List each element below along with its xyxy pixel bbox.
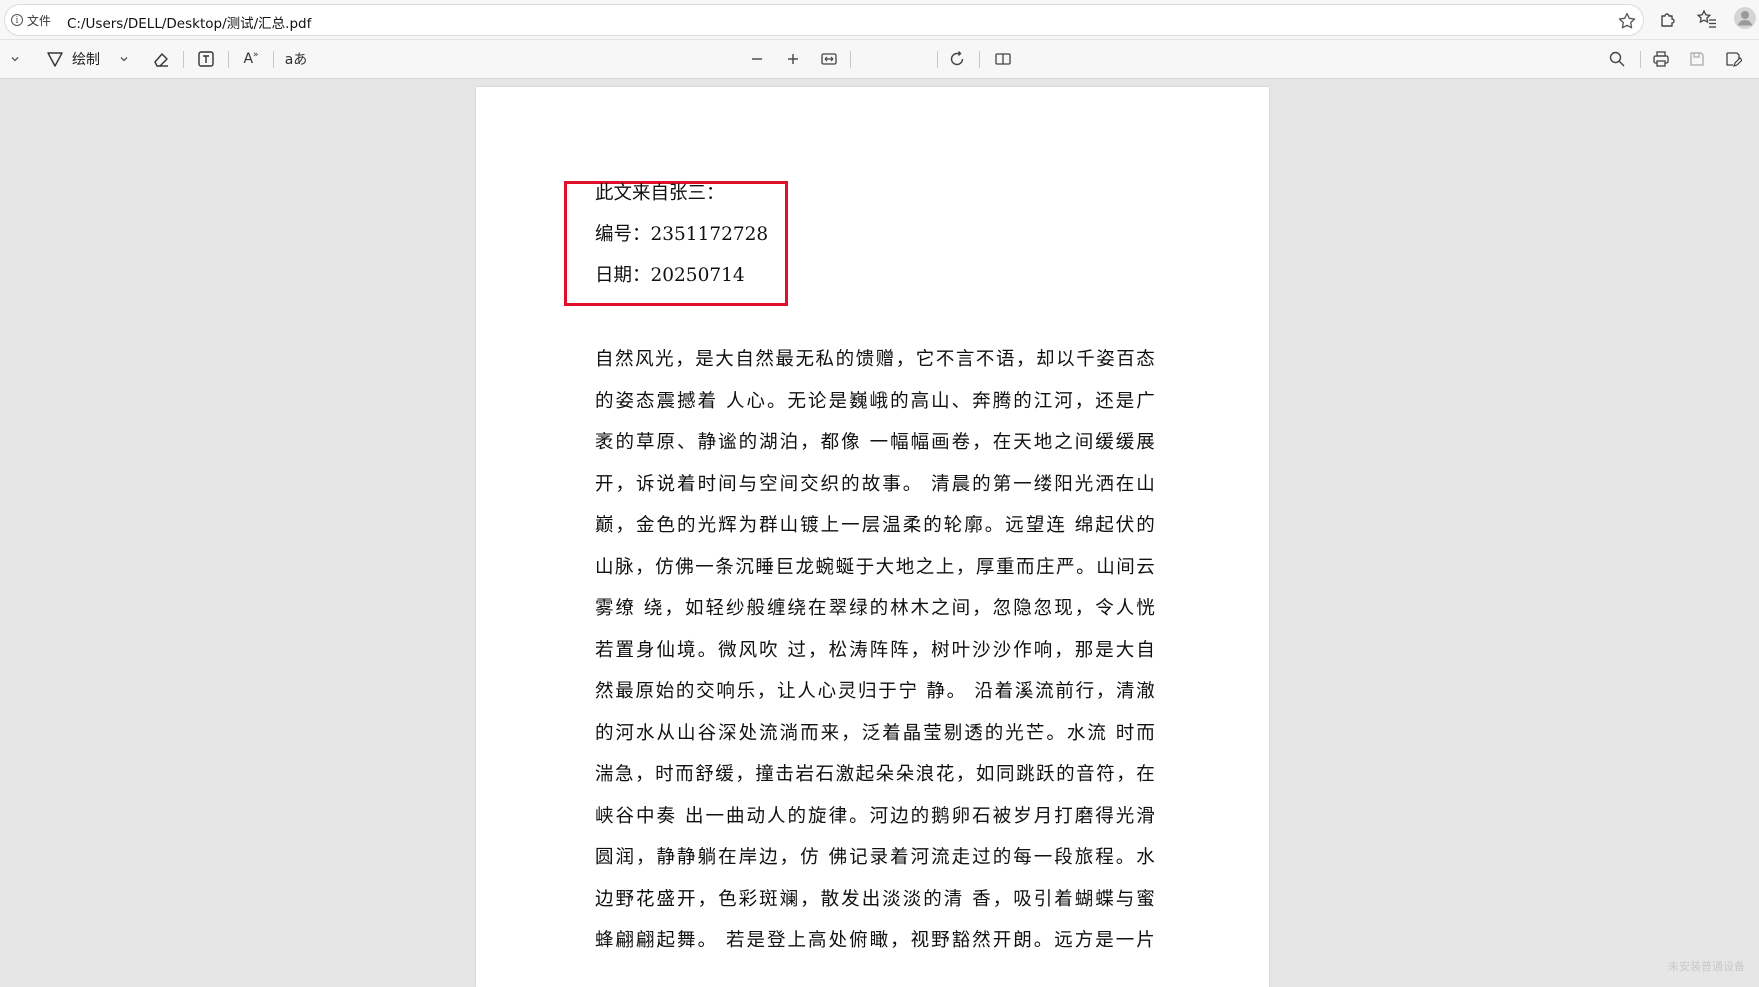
body-text-line: 巅，金色的光辉为群山镀上一层温柔的轮廓。远望连 绵起伏的 — [595, 515, 1155, 536]
body-text-line: 袤的草原、静谧的湖泊，都像 一幅幅画卷，在天地之间缓缓展 — [595, 432, 1155, 453]
site-chip-label: 文件 — [27, 13, 52, 28]
info-icon: i — [11, 14, 23, 26]
draw-label: 绘制 — [72, 52, 100, 68]
vertical-scrollbar[interactable] — [1750, 79, 1759, 975]
watermark-text: 未安装普通设备 — [1668, 960, 1745, 973]
translate-glyph: aあ — [284, 52, 308, 68]
search-icon[interactable] — [1606, 48, 1628, 70]
save-as-icon[interactable] — [1722, 48, 1744, 70]
pdf-toolbar: 绘制 A» aあ 1 / 2 — [0, 40, 1759, 113]
plus-icon[interactable] — [782, 48, 804, 70]
site-info-chip[interactable]: i 文件 — [11, 11, 51, 29]
favorites-icon[interactable] — [1696, 8, 1718, 30]
body-text-line: 山脉，仿佛一条沉睡巨龙蜿蜒于大地之上，厚重而庄严。山间云 — [595, 557, 1155, 578]
body-text-line: 然最原始的交响乐，让人心灵归于宁 静。 沿着溪流前行，清澈 — [595, 681, 1155, 702]
toolbar-divider — [183, 51, 184, 68]
address-bar: i 文件 C:/Users/DELL/Desktop/测试/汇总.pdf — [0, 0, 1759, 40]
header-id-line: 编号：2351172728 — [595, 224, 769, 245]
omnibox[interactable]: i 文件 C:/Users/DELL/Desktop/测试/汇总.pdf — [4, 4, 1644, 36]
toolbar-divider — [850, 51, 851, 68]
body-text-line: 雾缭 绕，如轻纱般缠绕在翠绿的林木之间，忽隐忽现，令人恍 — [595, 598, 1155, 619]
toolbar-divider — [273, 51, 274, 68]
body-text-line: 蜂翩翩起舞。 若是登上高处俯瞰，视野豁然开朗。远方是一片 — [595, 930, 1155, 951]
eraser-icon[interactable] — [150, 48, 172, 70]
chevron-down-icon[interactable] — [8, 48, 22, 70]
body-text-line: 的河水从山谷深处流淌而来，泛着晶莹剔透的光芒。水流 时而 — [595, 723, 1155, 744]
text-box-icon[interactable] — [195, 48, 217, 70]
rotate-icon[interactable] — [946, 48, 968, 70]
toolbar-divider — [979, 51, 980, 68]
read-aloud-glyph: A — [243, 51, 254, 67]
url-text[interactable]: C:/Users/DELL/Desktop/测试/汇总.pdf — [67, 12, 311, 32]
body-text-line: 边野花盛开，色彩斑斓，散发出淡淡的清 香，吸引着蝴蝶与蜜 — [595, 889, 1155, 910]
toolbar-divider — [1640, 51, 1641, 68]
body-text-line: 湍急，时而舒缓，撞击岩石激起朵朵浪花，如同跳跃的音符，在 — [595, 764, 1155, 785]
draw-button[interactable]: 绘制 — [46, 48, 100, 70]
puzzle-icon[interactable] — [1657, 8, 1679, 30]
body-text-line: 的姿态震撼着 人心。无论是巍峨的高山、奔腾的江河，还是广 — [595, 391, 1155, 412]
toolbar-divider — [228, 51, 229, 68]
pdf-viewport[interactable]: 此文来自张三： 编号：2351172728 日期：20250714 自然风光，是… — [0, 79, 1759, 987]
draw-icon — [46, 50, 64, 68]
save-icon[interactable] — [1686, 48, 1708, 70]
toolbar-divider — [937, 51, 938, 68]
star-icon[interactable] — [1616, 10, 1638, 32]
print-icon[interactable] — [1650, 48, 1672, 70]
page-view-icon[interactable] — [992, 48, 1014, 70]
fit-width-icon[interactable] — [818, 48, 840, 70]
header-author-line: 此文来自张三： — [595, 183, 725, 204]
avatar[interactable] — [1733, 6, 1756, 29]
header-date-line: 日期：20250714 — [595, 265, 745, 286]
body-text-line: 若置身仙境。微风吹 过，松涛阵阵，树叶沙沙作响，那是大自 — [595, 640, 1155, 661]
body-text-line: 自然风光，是大自然最无私的馈赠，它不言不语，却以千姿百态 — [595, 349, 1155, 370]
body-text-line: 峡谷中奏 出一曲动人的旋律。河边的鹅卵石被岁月打磨得光滑 — [595, 806, 1155, 827]
minus-icon[interactable] — [746, 48, 768, 70]
body-text-line: 开，诉说着时间与空间交织的故事。 清晨的第一缕阳光洒在山 — [595, 474, 1155, 495]
translate-icon[interactable]: aあ — [284, 48, 308, 70]
body-text-line: 圆润，静静躺在岸边，仿 佛记录着河流走过的每一段旅程。水 — [595, 847, 1155, 868]
read-aloud-icon[interactable]: A» — [240, 48, 262, 70]
draw-options-chevron-icon[interactable] — [117, 48, 131, 70]
pdf-page: 此文来自张三： 编号：2351172728 日期：20250714 自然风光，是… — [476, 87, 1269, 987]
